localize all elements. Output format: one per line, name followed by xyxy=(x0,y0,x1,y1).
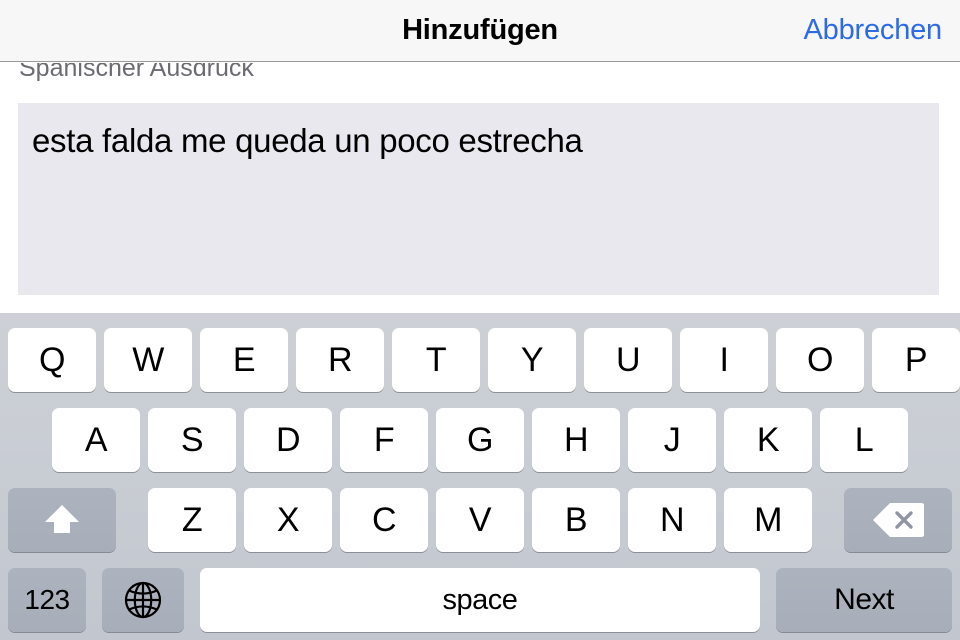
key-m[interactable]: M xyxy=(724,488,812,552)
key-n[interactable]: N xyxy=(628,488,716,552)
key-x[interactable]: X xyxy=(244,488,332,552)
key-d[interactable]: D xyxy=(244,408,332,472)
key-b[interactable]: B xyxy=(532,488,620,552)
key-e[interactable]: E xyxy=(200,328,288,392)
key-a[interactable]: A xyxy=(52,408,140,472)
app-screen: Hinzufügen Abbrechen Spanischer Ausdruck… xyxy=(0,0,960,640)
shift-key[interactable] xyxy=(8,488,116,552)
key-i[interactable]: I xyxy=(680,328,768,392)
cancel-button[interactable]: Abbrechen xyxy=(804,0,943,61)
key-q[interactable]: Q xyxy=(8,328,96,392)
key-h[interactable]: H xyxy=(532,408,620,472)
key-y[interactable]: Y xyxy=(488,328,576,392)
key-u[interactable]: U xyxy=(584,328,672,392)
shift-arrow-icon xyxy=(42,502,82,538)
navigation-bar: Hinzufügen Abbrechen xyxy=(0,0,960,62)
backspace-delete-icon xyxy=(872,501,924,539)
key-f[interactable]: F xyxy=(340,408,428,472)
numbers-key[interactable]: 123 xyxy=(8,568,86,632)
form-area: Spanischer Ausdruck xyxy=(0,63,960,313)
key-v[interactable]: V xyxy=(436,488,524,552)
key-w[interactable]: W xyxy=(104,328,192,392)
key-p[interactable]: P xyxy=(872,328,960,392)
space-key[interactable]: space xyxy=(200,568,760,632)
key-t[interactable]: T xyxy=(392,328,480,392)
field-label-spanish-expression: Spanischer Ausdruck xyxy=(19,63,254,82)
globe-icon xyxy=(123,580,163,620)
key-c[interactable]: C xyxy=(340,488,428,552)
key-s[interactable]: S xyxy=(148,408,236,472)
key-l[interactable]: L xyxy=(820,408,908,472)
key-j[interactable]: J xyxy=(628,408,716,472)
return-key[interactable]: Next xyxy=(776,568,952,632)
key-k[interactable]: K xyxy=(724,408,812,472)
backspace-key[interactable] xyxy=(844,488,952,552)
spanish-expression-input[interactable] xyxy=(18,103,939,295)
onscreen-keyboard: QWERTYUIOP ASDFGHJKL Z X C V B N M 123 s… xyxy=(0,313,960,640)
key-g[interactable]: G xyxy=(436,408,524,472)
key-z[interactable]: Z xyxy=(148,488,236,552)
globe-key[interactable] xyxy=(102,568,184,632)
key-o[interactable]: O xyxy=(776,328,864,392)
key-r[interactable]: R xyxy=(296,328,384,392)
